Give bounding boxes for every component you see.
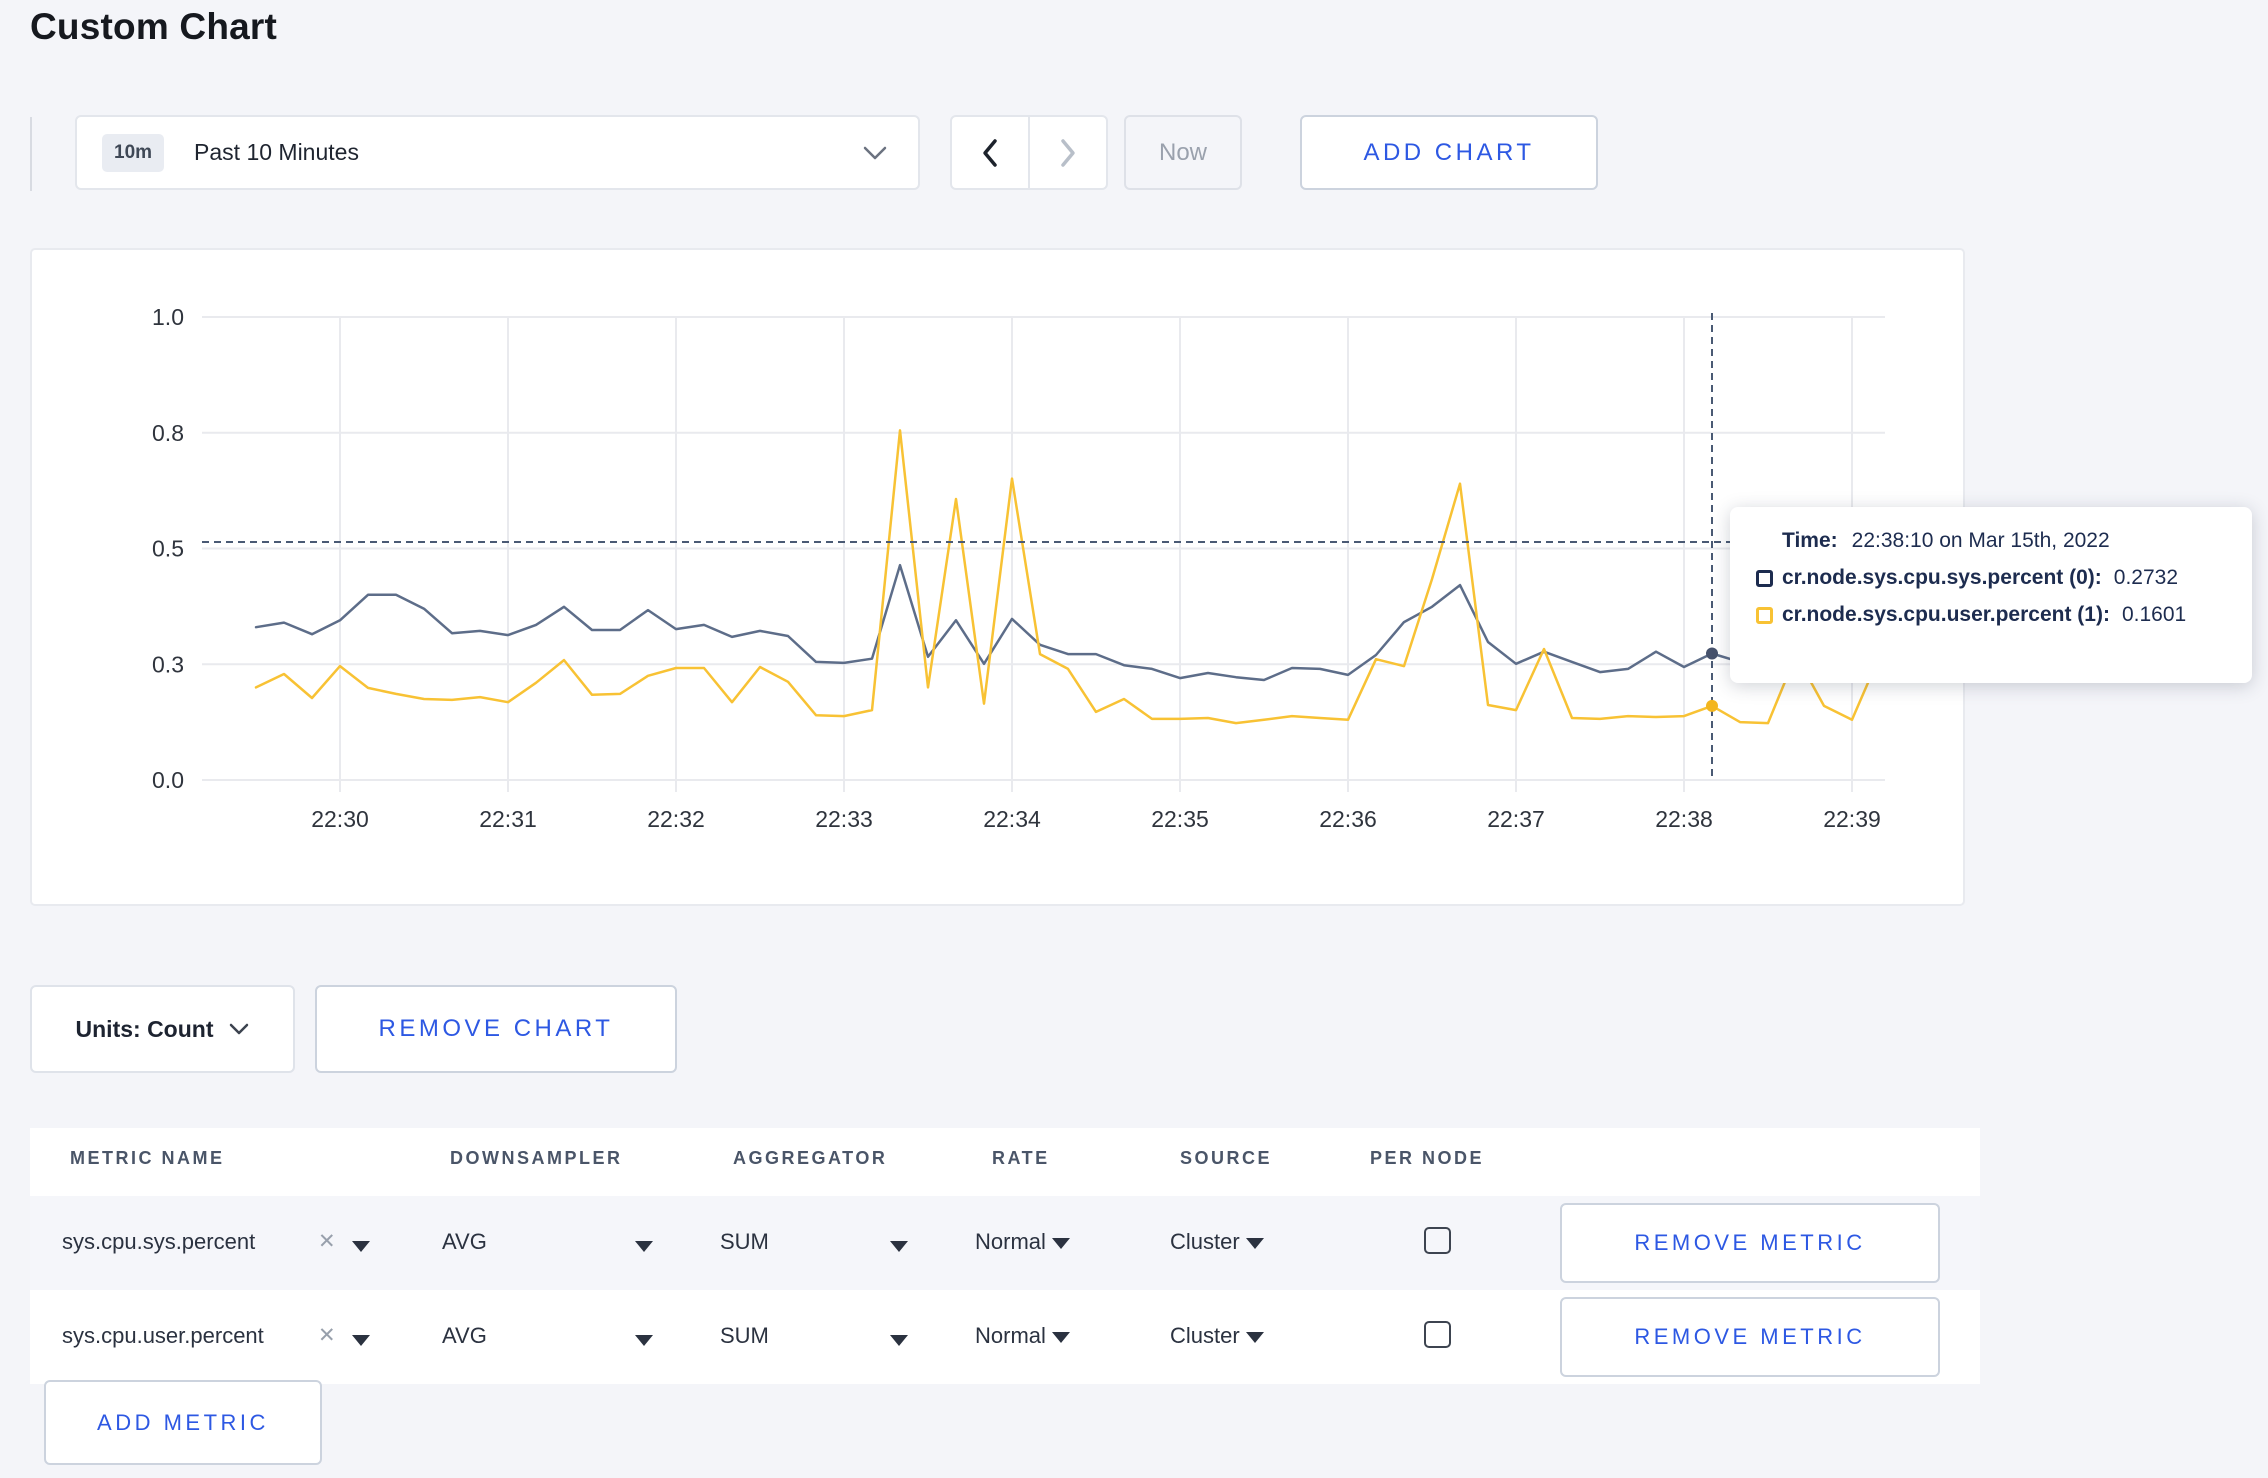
chart-card: 0.0 0.3 0.5 0.8 1.0 22:30 22:31 22:32 22:33 22:34… (30, 248, 1965, 906)
time-window-label: Past 10 Minutes (194, 139, 359, 165)
tooltip-series-value: 0.2732 (2113, 566, 2179, 589)
tooltip-series-row: cr.node.sys.cpu.user.percent (1): 0.1601 (1756, 603, 2232, 627)
x-tick-label: 22:34 (983, 806, 1041, 832)
x-tick-label: 22:33 (815, 806, 873, 832)
metric-name-value[interactable]: sys.cpu.user.percent (62, 1323, 264, 1349)
x-tick-label: 22:35 (1151, 806, 1209, 832)
rate-value: Normal (975, 1229, 1046, 1254)
units-select[interactable]: Units: Count (30, 985, 295, 1073)
time-window-badge: 10m (102, 133, 165, 172)
metric-name-dropdown-caret[interactable] (352, 1232, 370, 1258)
downsampler-caret-icon[interactable] (635, 1326, 653, 1352)
metric-name-value[interactable]: sys.cpu.sys.percent (62, 1229, 255, 1255)
x-tick-label: 22:31 (479, 806, 537, 832)
add-chart-button[interactable]: ADD CHART (1300, 115, 1598, 190)
aggregator-caret-icon[interactable] (890, 1232, 908, 1258)
rate-value: Normal (975, 1323, 1046, 1348)
y-tick-label: 0.5 (152, 536, 184, 562)
tooltip-time-row: Time: 22:38:10 on Mar 15th, 2022 (1756, 529, 2232, 553)
col-header-per-node: PER NODE (1370, 1148, 1485, 1168)
metrics-table-header: METRIC NAME DOWNSAMPLER AGGREGATOR RATE … (30, 1128, 1980, 1196)
remove-chart-button[interactable]: REMOVE CHART (315, 985, 677, 1073)
rate-select[interactable]: Normal (975, 1323, 1071, 1349)
y-tick-label: 0.3 (152, 651, 184, 677)
units-label: Units: Count (75, 1015, 214, 1042)
source-select[interactable]: Cluster (1170, 1323, 1264, 1349)
time-prev-button[interactable] (952, 117, 1028, 188)
custom-chart-canvas[interactable]: 0.0 0.3 0.5 0.8 1.0 22:30 22:31 22:32 22:33 22:34… (32, 250, 1967, 908)
downsampler-select[interactable]: AVG (442, 1323, 487, 1349)
time-pager (950, 115, 1108, 190)
hover-point-series-1 (1706, 699, 1718, 712)
table-row: sys.cpu.user.percent ✕ AVG SUM Normal Cl… (30, 1290, 1980, 1384)
col-header-aggregator: AGGREGATOR (733, 1148, 888, 1168)
y-tick-label: 0.8 (152, 420, 184, 446)
page-title: Custom Chart (30, 6, 278, 47)
series-swatch-user (1756, 606, 1773, 624)
tooltip-time-value: 22:38:10 on Mar 15th, 2022 (1851, 529, 2110, 552)
tooltip-time-label: Time: (1782, 529, 1838, 552)
tooltip-series-label: cr.node.sys.cpu.user.percent (1): (1782, 603, 2110, 626)
source-select[interactable]: Cluster (1170, 1229, 1264, 1255)
metric-name-dropdown-caret[interactable] (352, 1326, 370, 1352)
tooltip-series-value: 0.1601 (2121, 603, 2187, 626)
downsampler-caret-icon[interactable] (635, 1232, 653, 1258)
time-window-select[interactable]: 10m Past 10 Minutes (75, 115, 920, 190)
aggregator-select[interactable]: SUM (720, 1229, 769, 1255)
metrics-table: METRIC NAME DOWNSAMPLER AGGREGATOR RATE … (30, 1128, 1980, 1384)
series-swatch-sys (1756, 569, 1773, 587)
add-metric-button[interactable]: ADD METRIC (44, 1380, 322, 1465)
chevron-down-icon (230, 1023, 249, 1034)
tooltip-series-label: cr.node.sys.cpu.sys.percent (0): (1782, 566, 2102, 589)
x-tick-label: 22:37 (1487, 806, 1545, 832)
x-tick-label: 22:32 (647, 806, 705, 832)
per-node-checkbox[interactable] (1424, 1227, 1451, 1254)
clear-metric-icon[interactable]: ✕ (318, 1229, 336, 1254)
y-tick-label: 0.0 (152, 767, 184, 793)
y-tick-label: 1.0 (152, 304, 184, 330)
rate-select[interactable]: Normal (975, 1229, 1071, 1255)
per-node-checkbox[interactable] (1424, 1321, 1451, 1348)
series-line-0 (254, 563, 1882, 682)
toolbar-left-divider (30, 117, 32, 191)
col-header-metric-name: METRIC NAME (70, 1148, 225, 1168)
tooltip-series-row: cr.node.sys.cpu.sys.percent (0): 0.2732 (1756, 566, 2232, 590)
x-tick-label: 22:39 (1823, 806, 1881, 832)
chart-tooltip: Time: 22:38:10 on Mar 15th, 2022 cr.node… (1730, 507, 2252, 683)
table-row: sys.cpu.sys.percent ✕ AVG SUM Normal Clu… (30, 1196, 1980, 1290)
col-header-downsampler: DOWNSAMPLER (450, 1148, 623, 1168)
series-line-1 (254, 429, 1882, 725)
x-tick-label: 22:38 (1655, 806, 1713, 832)
chevron-right-icon (1061, 138, 1075, 167)
downsampler-select[interactable]: AVG (442, 1229, 487, 1255)
aggregator-caret-icon[interactable] (890, 1326, 908, 1352)
chevron-down-icon (863, 146, 887, 159)
hover-point-series-0 (1706, 647, 1718, 660)
aggregator-select[interactable]: SUM (720, 1323, 769, 1349)
x-tick-label: 22:30 (311, 806, 369, 832)
col-header-rate: RATE (992, 1148, 1050, 1168)
time-next-button[interactable] (1028, 117, 1106, 188)
col-header-source: SOURCE (1180, 1148, 1273, 1168)
now-button[interactable]: Now (1124, 115, 1242, 190)
remove-metric-button[interactable]: REMOVE METRIC (1560, 1203, 1940, 1283)
chevron-left-icon (983, 138, 997, 167)
clear-metric-icon[interactable]: ✕ (318, 1323, 336, 1348)
remove-metric-button[interactable]: REMOVE METRIC (1560, 1297, 1940, 1377)
x-tick-label: 22:36 (1319, 806, 1377, 832)
source-value: Cluster (1170, 1229, 1240, 1254)
source-value: Cluster (1170, 1323, 1240, 1348)
